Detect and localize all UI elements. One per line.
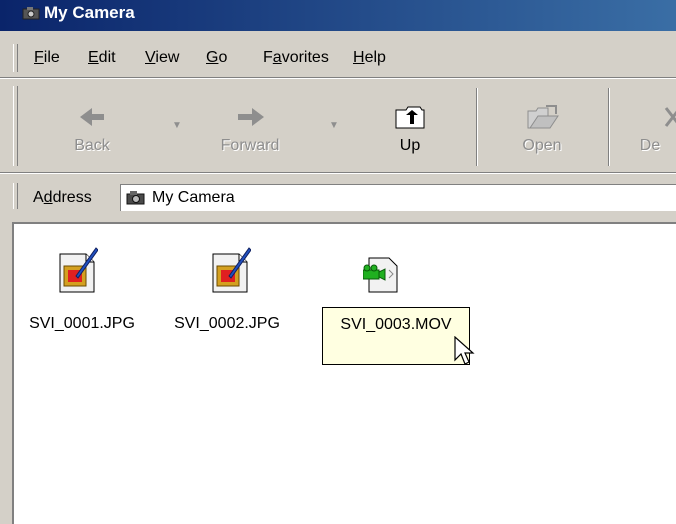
open-button[interactable]: Open — [490, 80, 594, 172]
up-button[interactable]: Up — [360, 80, 460, 172]
address-bar: Address My Camera — [0, 175, 676, 217]
address-label-a: A — [33, 189, 44, 206]
address-label: Address — [33, 189, 92, 207]
toolbar-grip[interactable] — [13, 86, 18, 166]
menubar-grip[interactable] — [13, 44, 18, 72]
file-list-pane[interactable]: SVI_0001.JPG SVI_0002.JPG SVI_0003.MOV — [12, 222, 676, 524]
menu-file-accel: F — [34, 49, 44, 66]
address-label-b: dress — [52, 189, 92, 206]
toolbar-address-divider — [0, 172, 676, 174]
back-button[interactable]: Back — [40, 80, 144, 172]
menu-go[interactable]: Go — [206, 49, 227, 67]
camera-icon — [126, 191, 145, 205]
title-bar[interactable]: My Camera — [0, 0, 676, 31]
standard-toolbar: Back ▼ Forward ▼ Up Open De — [0, 80, 676, 172]
forward-dropdown-icon[interactable]: ▼ — [329, 120, 339, 131]
addressbar-grip[interactable] — [13, 183, 18, 209]
delete-icon — [664, 107, 676, 127]
forward-label: Forward — [220, 137, 280, 154]
mouse-pointer-icon — [454, 336, 475, 365]
menu-edit[interactable]: Edit — [88, 49, 116, 67]
menu-favorites-accel: a — [272, 49, 282, 66]
window-title: My Camera — [44, 3, 135, 22]
menu-help-accel: H — [353, 49, 365, 66]
toolbar-separator — [476, 88, 478, 166]
menu-help[interactable]: Help — [353, 49, 386, 67]
address-input[interactable]: My Camera — [120, 184, 676, 211]
file-name: SVI_0001.JPG — [29, 315, 135, 332]
delete-button[interactable]: De — [620, 80, 676, 172]
up-label: Up — [399, 137, 421, 154]
menu-edit-text-b: dit — [98, 49, 116, 66]
menu-view-text-b: iew — [155, 49, 180, 66]
menu-toolbar-divider — [0, 77, 676, 79]
menu-favorites-text-b: vorites — [281, 49, 329, 66]
address-label-accel: d — [43, 189, 53, 206]
menu-go-text-b: o — [218, 49, 228, 66]
jpg-image-icon — [212, 247, 251, 293]
up-folder-icon — [395, 106, 425, 129]
jpg-image-icon — [59, 247, 98, 293]
menu-file[interactable]: File — [34, 49, 60, 67]
forward-arrow-icon — [238, 108, 264, 126]
menu-bar: File Edit View Go Favorites Help — [0, 42, 676, 74]
menu-view[interactable]: View — [145, 49, 179, 67]
file-name-tooltip: SVI_0003.MOV — [322, 307, 470, 365]
movie-file-icon — [363, 257, 398, 293]
back-dropdown-icon[interactable]: ▼ — [172, 120, 182, 131]
menu-favorites-text-a: F — [263, 49, 273, 66]
menu-favorites[interactable]: Favorites — [263, 49, 329, 67]
forward-button[interactable]: Forward — [190, 80, 310, 172]
file-name: SVI_0002.JPG — [174, 315, 280, 332]
menu-view-accel: V — [145, 49, 156, 66]
back-arrow-icon — [80, 108, 104, 126]
address-value: My Camera — [152, 189, 235, 206]
menu-help-text-b: elp — [364, 49, 386, 66]
back-label: Back — [74, 137, 110, 154]
menu-file-text-b: ile — [43, 49, 60, 66]
delete-label: De — [639, 137, 661, 154]
menu-edit-accel: E — [88, 49, 99, 66]
menu-go-accel: G — [206, 49, 219, 66]
camera-icon — [22, 7, 40, 20]
open-folder-icon — [527, 105, 559, 129]
open-label: Open — [522, 137, 562, 154]
